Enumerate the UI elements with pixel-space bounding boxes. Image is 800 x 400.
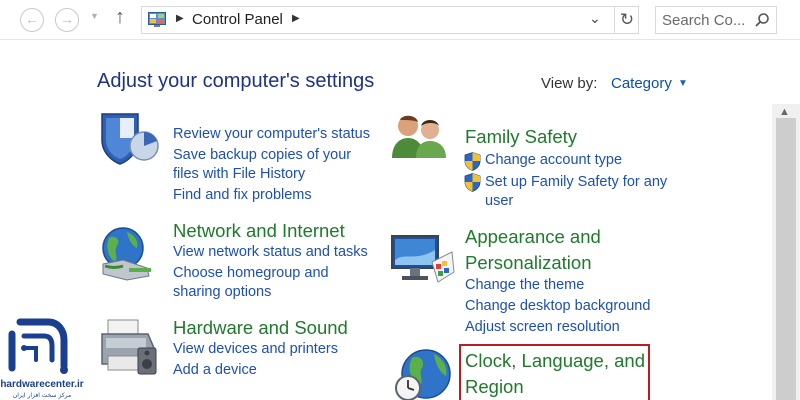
link-change-account-type[interactable]: Change account type bbox=[485, 150, 622, 170]
address-bar: ← → ▼ ↑ ▶ Control Panel ▶ ⌄ ↻ bbox=[0, 0, 800, 40]
page-title: Adjust your computer's settings bbox=[97, 70, 375, 92]
hardwarecenter-logo: hardwarecenter.ir مرکز سخت افزار ایران bbox=[0, 314, 84, 400]
link-change-desktop-background[interactable]: Change desktop background bbox=[465, 296, 650, 316]
search-icon[interactable] bbox=[754, 12, 770, 28]
link-set-up-family-safety-line2[interactable]: user bbox=[485, 191, 513, 211]
scroll-thumb[interactable] bbox=[776, 118, 796, 400]
hardware-sound-icon[interactable] bbox=[98, 318, 160, 378]
highlight-box bbox=[459, 344, 650, 400]
up-button[interactable]: ↑ bbox=[115, 6, 125, 29]
uac-shield-icon bbox=[464, 173, 481, 192]
network-internet-icon[interactable] bbox=[97, 224, 159, 284]
forward-button[interactable]: → bbox=[55, 8, 79, 32]
category-hardware-sound[interactable]: Hardware and Sound bbox=[173, 315, 348, 341]
family-safety-icon[interactable] bbox=[390, 112, 452, 160]
link-change-theme[interactable]: Change the theme bbox=[465, 275, 584, 295]
view-by-label: View by: bbox=[541, 75, 598, 92]
search-input[interactable] bbox=[662, 11, 752, 29]
system-security-icon[interactable] bbox=[98, 110, 162, 166]
link-find-fix-problems[interactable]: Find and fix problems bbox=[173, 185, 312, 205]
view-by-chevron-icon[interactable]: ▼ bbox=[678, 78, 688, 89]
clock-language-region-icon[interactable] bbox=[394, 348, 456, 400]
uac-shield-icon bbox=[464, 152, 481, 171]
breadcrumb-separator-icon[interactable]: ▶ bbox=[176, 13, 184, 24]
link-review-status[interactable]: Review your computer's status bbox=[173, 124, 370, 144]
vertical-scrollbar[interactable]: ▲ bbox=[772, 104, 800, 400]
appearance-personalization-icon[interactable] bbox=[390, 232, 456, 288]
category-network-internet[interactable]: Network and Internet bbox=[173, 218, 345, 244]
link-add-device[interactable]: Add a device bbox=[173, 360, 257, 380]
link-view-devices-printers[interactable]: View devices and printers bbox=[173, 339, 338, 359]
link-save-backup-line2[interactable]: files with File History bbox=[173, 164, 305, 184]
link-sharing-options[interactable]: sharing options bbox=[173, 282, 271, 302]
breadcrumb-control-panel[interactable]: Control Panel bbox=[192, 11, 283, 28]
category-appearance-personalization-line2[interactable]: Personalization bbox=[465, 250, 592, 276]
recent-locations-button[interactable]: ▼ bbox=[90, 11, 99, 21]
category-family-safety[interactable]: Family Safety bbox=[465, 124, 577, 150]
breadcrumb-chevron-icon[interactable]: ▶ bbox=[292, 13, 300, 24]
logo-site-name: hardwarecenter.ir bbox=[0, 379, 83, 390]
category-appearance-personalization[interactable]: Appearance and bbox=[465, 224, 601, 250]
logo-emblem: hardwarecenter.ir مرکز سخت افزار ایران bbox=[0, 318, 84, 399]
refresh-button[interactable]: ↻ bbox=[614, 7, 639, 33]
logo-tagline: مرکز سخت افزار ایران bbox=[13, 392, 71, 399]
link-set-up-family-safety[interactable]: Set up Family Safety for any bbox=[485, 172, 667, 192]
link-save-backup[interactable]: Save backup copies of your bbox=[173, 145, 351, 165]
link-adjust-screen-resolution[interactable]: Adjust screen resolution bbox=[465, 317, 620, 337]
search-box[interactable] bbox=[655, 6, 777, 34]
back-button[interactable]: ← bbox=[20, 8, 44, 32]
control-panel-icon bbox=[148, 12, 166, 27]
location-bar[interactable]: ▶ Control Panel ▶ ⌄ ↻ bbox=[141, 6, 639, 34]
link-view-network-status[interactable]: View network status and tasks bbox=[173, 242, 368, 262]
scroll-up-icon[interactable]: ▲ bbox=[779, 106, 790, 118]
view-by-dropdown[interactable]: Category bbox=[611, 75, 672, 92]
address-dropdown-icon[interactable]: ⌄ bbox=[589, 10, 601, 27]
link-choose-homegroup[interactable]: Choose homegroup and bbox=[173, 263, 329, 283]
